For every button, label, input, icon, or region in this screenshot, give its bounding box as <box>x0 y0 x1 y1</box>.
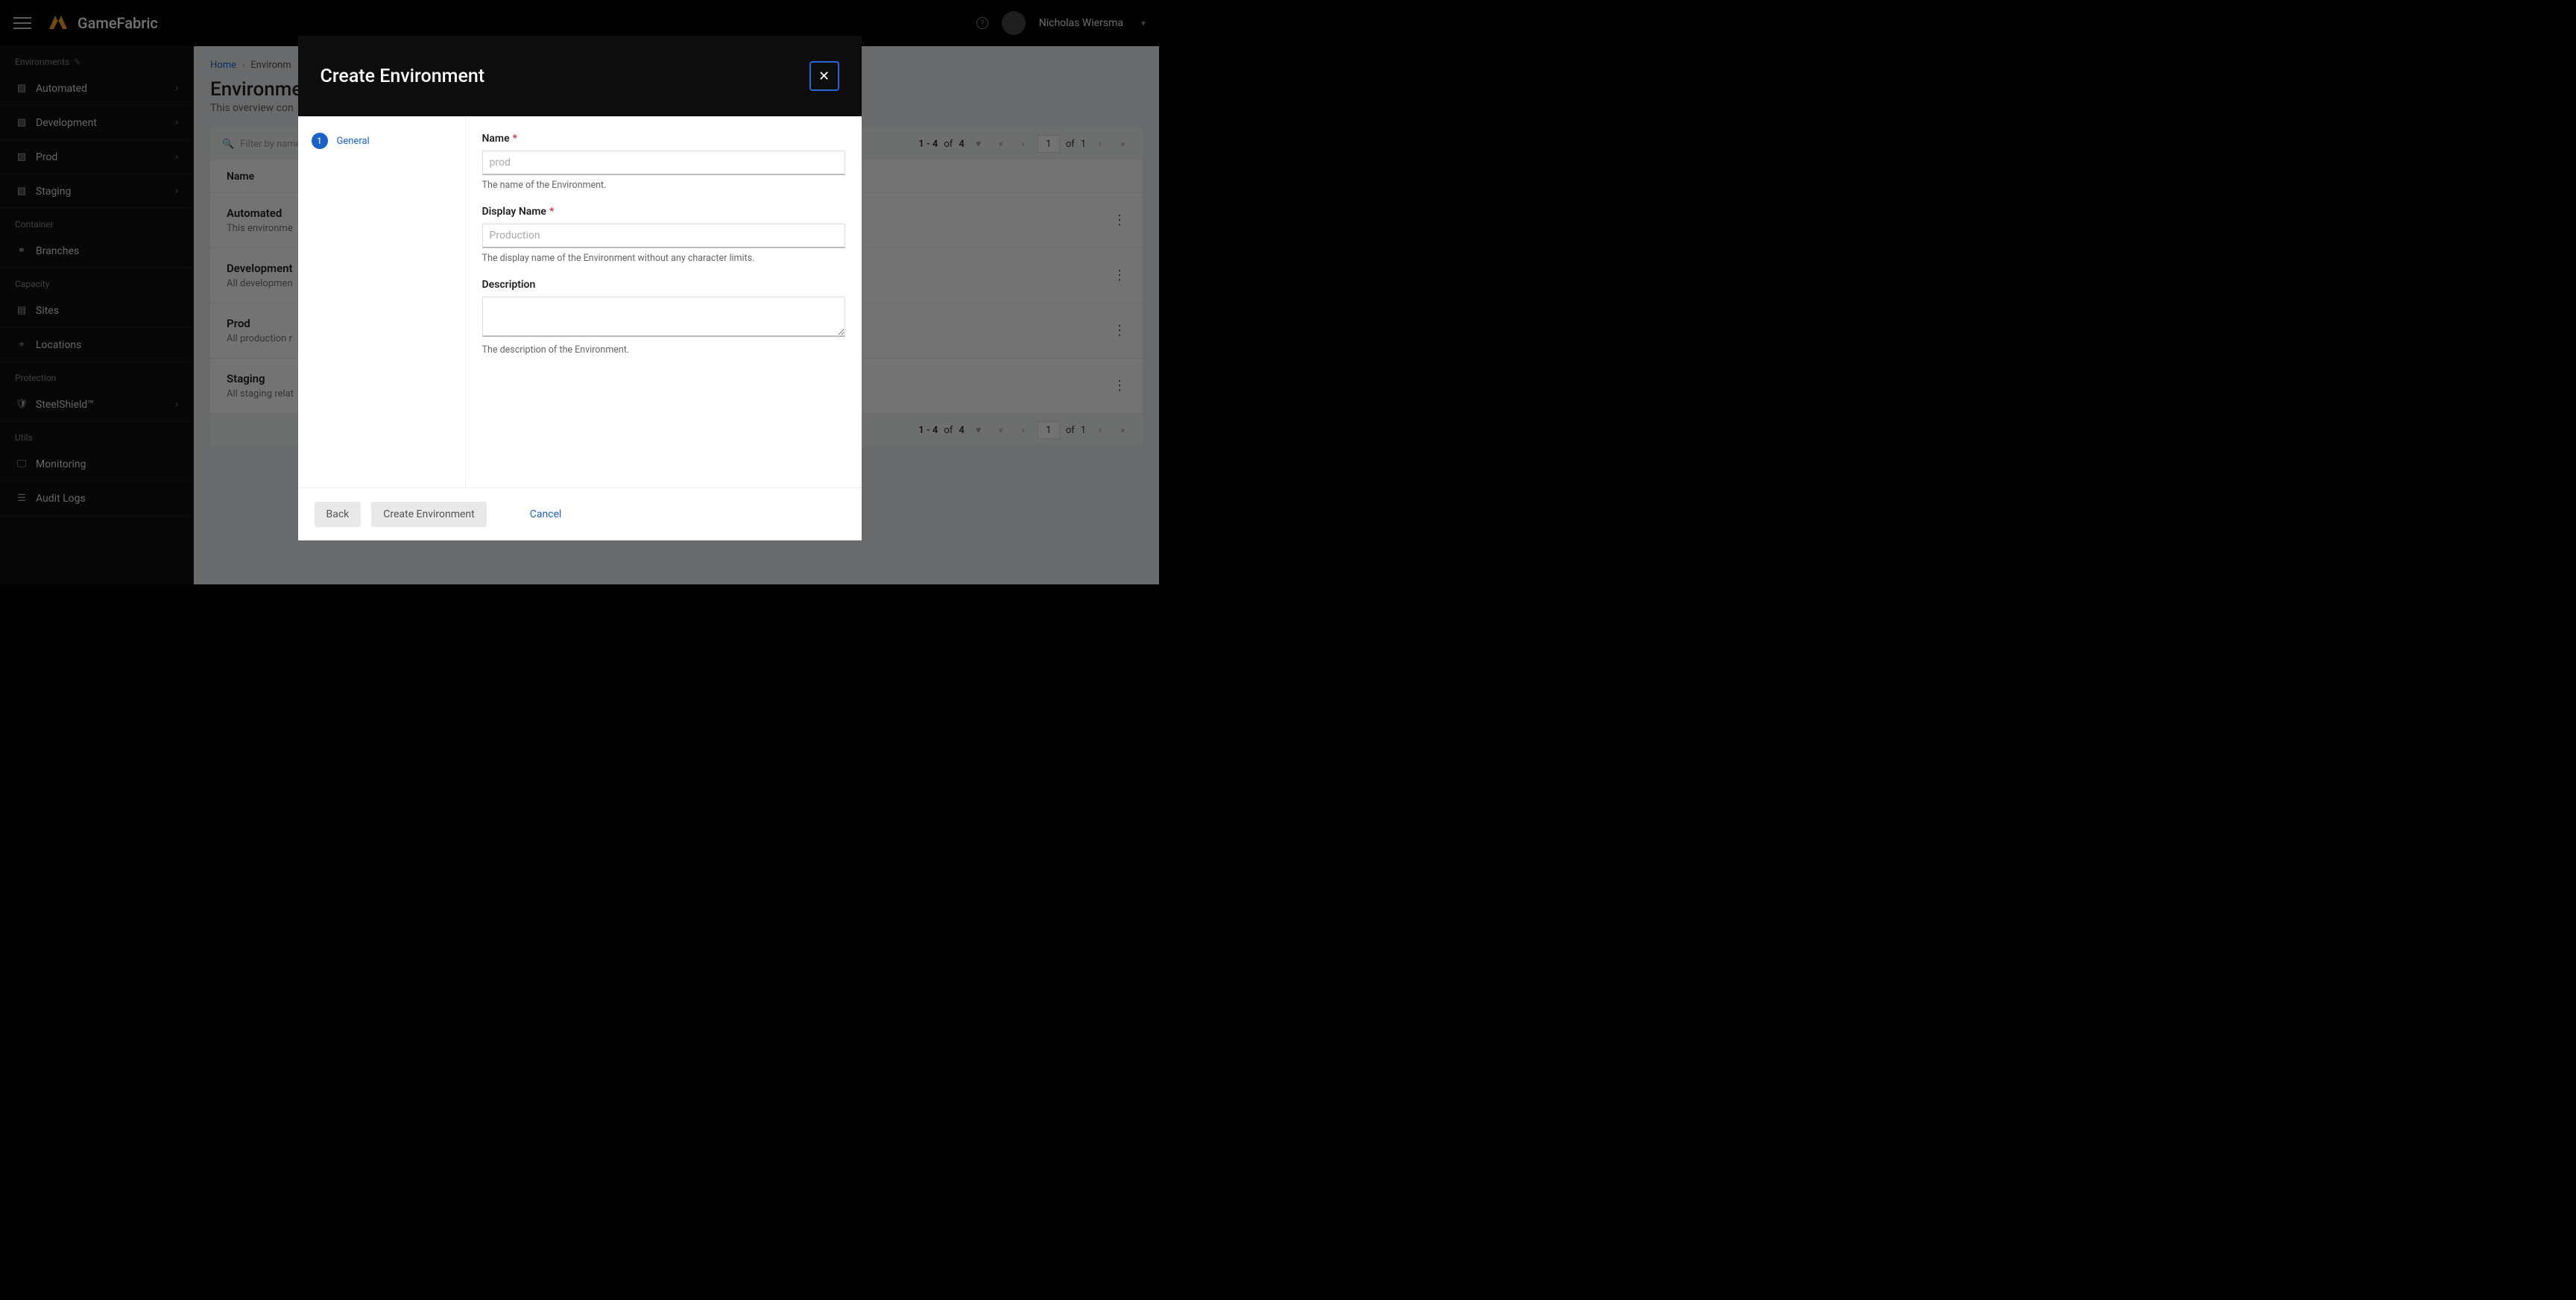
modal-title: Create Environment <box>321 66 485 87</box>
description-input[interactable] <box>482 297 845 337</box>
name-input[interactable] <box>482 151 845 175</box>
description-help: The description of the Environment. <box>482 344 845 356</box>
name-help: The name of the Environment. <box>482 180 845 191</box>
step-number: 1 <box>312 133 328 149</box>
display-name-input[interactable] <box>482 224 845 248</box>
back-button[interactable]: Back <box>315 502 362 527</box>
step-general[interactable]: 1 General <box>312 133 452 149</box>
display-name-help: The display name of the Environment with… <box>482 253 845 264</box>
cancel-button[interactable]: Cancel <box>518 502 574 527</box>
description-label: Description <box>482 279 845 291</box>
modal-overlay[interactable]: Create Environment ✕ 1 General Name* <box>0 0 1159 584</box>
display-name-label: Display Name* <box>482 206 845 218</box>
create-environment-button[interactable]: Create Environment <box>371 502 486 527</box>
step-label: General <box>337 136 370 147</box>
name-label: Name* <box>482 133 845 145</box>
close-icon[interactable]: ✕ <box>809 61 839 91</box>
modal-steps: 1 General <box>298 116 466 488</box>
create-environment-modal: Create Environment ✕ 1 General Name* <box>298 36 862 540</box>
